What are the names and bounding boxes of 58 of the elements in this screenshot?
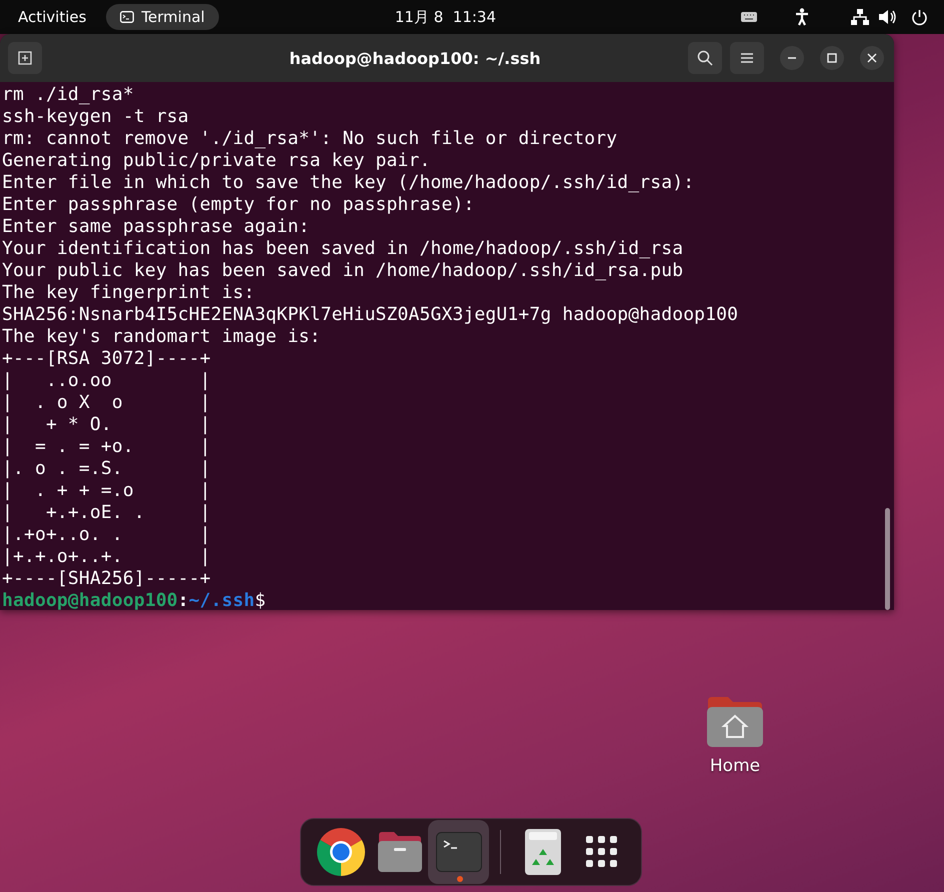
clock[interactable]: 11月 8 11:34 [388, 6, 502, 28]
search-icon [697, 50, 713, 66]
terminal-line: | + * O. | [2, 414, 212, 436]
terminal-icon [120, 11, 134, 23]
terminal-line: Generating public/private rsa key pair. [2, 150, 432, 172]
search-button[interactable] [688, 42, 722, 74]
terminal-line: ssh-keygen -t rsa [2, 106, 190, 128]
volume-icon[interactable] [879, 9, 897, 25]
trash-icon [524, 829, 560, 875]
network-icon[interactable] [851, 9, 869, 25]
terminal-line: Enter file in which to save the key (/home/hadoop/.ssh/id_rsa): [2, 172, 696, 194]
activities-button[interactable]: Activities [18, 8, 86, 26]
terminal-line: SHA256:Nsnarb4I5cHE2ENA3qKPKl7eHiuSZ0A5GX3jegU1+7g hadoop@hadoop100 [2, 304, 740, 326]
terminal-line: |+.+.o+..+. | [2, 546, 212, 568]
new-tab-button[interactable] [8, 42, 42, 74]
close-button[interactable] [860, 46, 884, 70]
new-tab-icon [18, 51, 32, 65]
home-folder-icon[interactable] [706, 696, 764, 748]
close-icon [867, 53, 877, 63]
terminal-line: | = . = +o. | [2, 436, 212, 458]
keyboard-icon[interactable] [741, 12, 757, 22]
browser-icon [316, 828, 364, 876]
app-menu-button[interactable]: Terminal [106, 4, 219, 30]
terminal-icon [436, 832, 482, 872]
prompt-separator: : [178, 590, 189, 610]
terminal-line: | ..o.oo | [2, 370, 212, 392]
scrollbar[interactable] [885, 508, 890, 610]
terminal-line: The key fingerprint is: [2, 282, 256, 304]
terminal-line: rm: cannot remove './id_rsa*': No such file or directory [2, 128, 618, 150]
app-grid-icon [586, 836, 618, 868]
terminal-line: |.+o+..o. . | [2, 524, 212, 546]
accessibility-icon[interactable] [795, 8, 809, 26]
menu-button[interactable] [730, 42, 764, 74]
minimize-button[interactable] [780, 46, 804, 70]
prompt-path: ~/.ssh [188, 590, 255, 610]
menu-icon [740, 52, 754, 64]
terminal-line: | . o X o | [2, 392, 212, 414]
minimize-icon [787, 57, 797, 59]
terminal-line: Enter passphrase (empty for no passphrase): [2, 194, 476, 216]
terminal-line: | +.+.oE. . | [2, 502, 212, 524]
terminal-line: Your public key has been saved in /home/hadoop/.ssh/id_rsa.pub [2, 260, 684, 282]
terminal-line: |. o . =.S. | [2, 458, 212, 480]
running-indicator [457, 876, 464, 882]
power-icon[interactable] [911, 8, 928, 26]
prompt-symbol: $ [254, 590, 266, 610]
window-title: hadoop@hadoop100: ~/.ssh [288, 48, 542, 68]
terminal-line: +---[RSA 3072]----+ [2, 348, 212, 370]
maximize-icon [827, 53, 837, 63]
terminal-line: | . + + =.o | [2, 480, 212, 502]
terminal-line: Your identification has been saved in /home/hadoop/.ssh/id_rsa [2, 238, 684, 260]
maximize-button[interactable] [820, 46, 844, 70]
desktop-icon-label[interactable]: Home [710, 756, 760, 776]
prompt-user: hadoop@hadoop100 [2, 590, 178, 610]
terminal-line: The key's randomart image is: [2, 326, 322, 348]
terminal-line: +----[SHA256]-----+ [2, 568, 212, 590]
terminal-line: rm ./id_rsa* [2, 84, 135, 106]
terminal-line: Enter same passphrase again: [2, 216, 311, 238]
folder-icon [376, 831, 423, 873]
